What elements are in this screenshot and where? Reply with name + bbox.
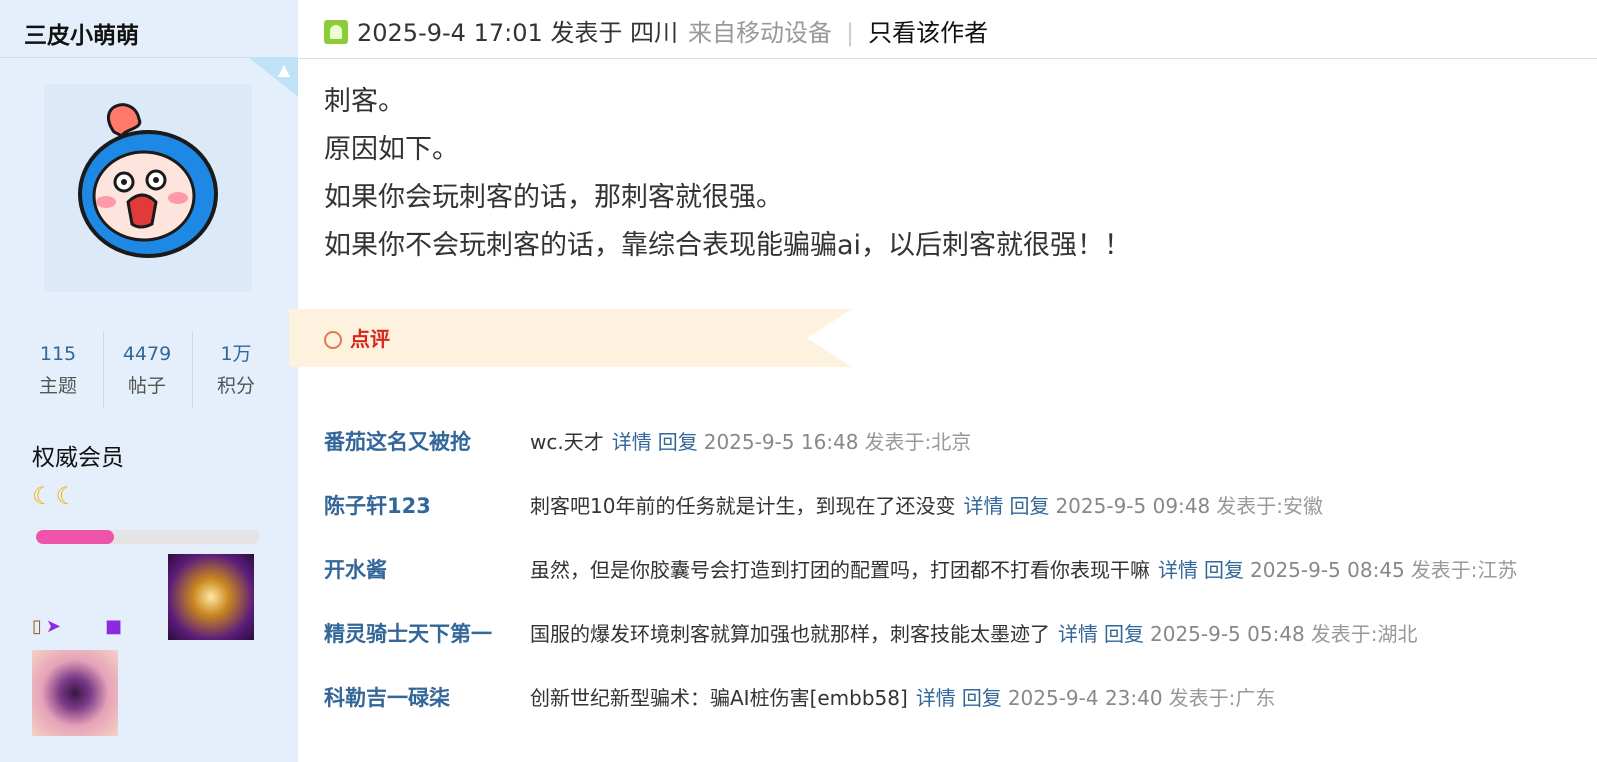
reply-link[interactable]: 回复 (1104, 622, 1144, 646)
detail-link[interactable]: 详情 (612, 430, 652, 454)
comment-location: 发表于:湖北 (1310, 622, 1418, 646)
level-icons: ☾☾ (32, 482, 79, 510)
comment-location: 发表于:北京 (864, 430, 972, 454)
detail-link[interactable]: 详情 (1158, 558, 1198, 582)
medal-row: ▯ ➤ ■ (32, 615, 172, 641)
avatar-image (44, 84, 252, 292)
comment-author[interactable]: 开水酱 (324, 554, 387, 584)
header-separator: | (846, 19, 855, 47)
comment-item: 陈子轩123 刺客吧10年前的任务就是计生，到现在了还没变 详情 回复 2025-9-… (324, 488, 1584, 552)
comment-body: 刺客吧10年前的任务就是计生，到现在了还没变 详情 回复 2025-9-5 09:48… (530, 490, 1323, 519)
detail-link[interactable]: 详情 (963, 494, 1003, 518)
comment-item: 科勒吉一碌柒 创新世纪新型骗术：骗AI桩伤害[embb58] 详情 回复 2025-9… (324, 680, 1584, 744)
username[interactable]: 三皮小萌萌 (24, 16, 139, 50)
stat-value: 1万 (220, 343, 252, 365)
post-content: 刺客。 原因如下。 如果你会玩刺客的话，那刺客就很强。 如果你不会玩刺客的话，靠… (324, 84, 1131, 276)
reply-link[interactable]: 回复 (1204, 558, 1244, 582)
comment-author[interactable]: 科勒吉一碌柒 (324, 682, 450, 712)
reply-link[interactable]: 回复 (1009, 494, 1049, 518)
comment-section-title: 点评 (324, 324, 390, 354)
comment-location: 发表于:江苏 (1410, 558, 1518, 582)
moon-icon: ☾ (32, 482, 54, 510)
post-line: 刺客。 (324, 86, 405, 117)
medal-icon[interactable] (168, 554, 254, 640)
comment-item: 精灵骑士天下第一 国服的爆发环境刺客就算加强也就那样，刺客技能太墨迹了 详情 回复 2… (324, 616, 1584, 680)
detail-link[interactable]: 详情 (916, 686, 956, 710)
post-line: 原因如下。 (324, 134, 459, 165)
comment-text: wc.天才 (530, 430, 604, 454)
stat-label: 主题 (38, 375, 77, 397)
comment-time: 2025-9-5 05:48 (1150, 622, 1305, 646)
comment-text: 虽然，但是你胶囊号会打造到打团的配置吗，打团都不打看你表现干嘛 (530, 558, 1150, 582)
stat-label: 帖子 (127, 375, 166, 397)
comment-item: 开水酱 虽然，但是你胶囊号会打造到打团的配置吗，打团都不打看你表现干嘛 详情 回复 2… (324, 552, 1584, 616)
reply-link[interactable]: 回复 (658, 430, 698, 454)
avatar[interactable] (44, 84, 252, 292)
post-datetime: 2025-9-4 17:01 发表于 四川 (357, 19, 678, 47)
post-header: 2025-9-4 17:01 发表于 四川 来自移动设备 | 只看该作者 (324, 16, 988, 50)
stat-label: 积分 (216, 375, 255, 397)
stat-topics[interactable]: 115 主题 (14, 332, 102, 402)
comment-title-label: 点评 (350, 327, 390, 351)
comment-time: 2025-9-5 08:45 (1250, 558, 1405, 582)
stat-points[interactable]: 1万 积分 (192, 332, 280, 402)
comment-list: 番茄这名又被抢 wc.天才 详情 回复 2025-9-5 16:48 发表于:北京 陈子… (324, 424, 1584, 744)
badge-medal-icon[interactable]: ■ (105, 615, 122, 639)
comment-body: wc.天才 详情 回复 2025-9-5 16:48 发表于:北京 (530, 426, 971, 455)
comment-author[interactable]: 精灵骑士天下第一 (324, 618, 492, 648)
comment-text: 创新世纪新型骗术：骗AI桩伤害[embb58] (530, 686, 908, 710)
reply-link[interactable]: 回复 (962, 686, 1002, 710)
device-label: 来自移动设备 (688, 19, 832, 47)
comment-location: 发表于:安徽 (1216, 494, 1323, 518)
android-icon: ▲ (277, 60, 291, 79)
comment-text: 刺客吧10年前的任务就是计生，到现在了还没变 (530, 494, 956, 518)
moon-icon: ☾ (55, 482, 78, 510)
comment-body: 虽然，但是你胶囊号会打造到打团的配置吗，打团都不打看你表现干嘛 详情 回复 2025-… (530, 554, 1518, 583)
book-medal-icon[interactable]: ▯ (32, 615, 42, 639)
medal-icon[interactable] (32, 650, 118, 736)
member-level[interactable]: 权威会员 (32, 438, 124, 472)
comment-author[interactable]: 番茄这名又被抢 (324, 426, 471, 456)
user-sidebar: 三皮小萌萌 ▲ 115 主题 4479 帖子 1万 积分 权威会员 ☾☾ ▯ ➤… (0, 0, 298, 762)
online-status-icon (324, 20, 348, 44)
comment-time: 2025-9-4 23:40 (1007, 686, 1163, 710)
detail-link[interactable]: 详情 (1058, 622, 1098, 646)
circle-icon (324, 331, 342, 349)
stat-value: 115 (39, 343, 77, 365)
stat-posts[interactable]: 4479 帖子 (103, 332, 191, 402)
post-line: 如果你会玩刺客的话，那刺客就很强。 (324, 182, 783, 213)
comment-item: 番茄这名又被抢 wc.天才 详情 回复 2025-9-5 16:48 发表于:北京 (324, 424, 1584, 488)
stat-value: 4479 (122, 343, 172, 365)
comment-body: 国服的爆发环境刺客就算加强也就那样，刺客技能太墨迹了 详情 回复 2025-9-5 0… (530, 618, 1418, 647)
level-progress-bar (36, 530, 260, 544)
rocket-medal-icon[interactable]: ➤ (46, 615, 61, 639)
only-author-link[interactable]: 只看该作者 (868, 19, 988, 47)
level-progress-fill (36, 530, 115, 544)
comment-time: 2025-9-5 09:48 (1055, 494, 1211, 518)
comment-text: 国服的爆发环境刺客就算加强也就那样，刺客技能太墨迹了 (530, 622, 1050, 646)
comment-author[interactable]: 陈子轩123 (324, 490, 431, 520)
header-divider (298, 58, 1597, 59)
comment-time: 2025-9-5 16:48 (703, 430, 859, 454)
comment-location: 发表于:广东 (1168, 686, 1276, 710)
post-line: 如果你不会玩刺客的话，靠综合表现能骗骗ai，以后刺客就很强！！ (324, 230, 1132, 261)
user-stats: 115 主题 4479 帖子 1万 积分 (14, 332, 280, 408)
comment-body: 创新世纪新型骗术：骗AI桩伤害[embb58] 详情 回复 2025-9-4 23:4… (530, 682, 1275, 711)
